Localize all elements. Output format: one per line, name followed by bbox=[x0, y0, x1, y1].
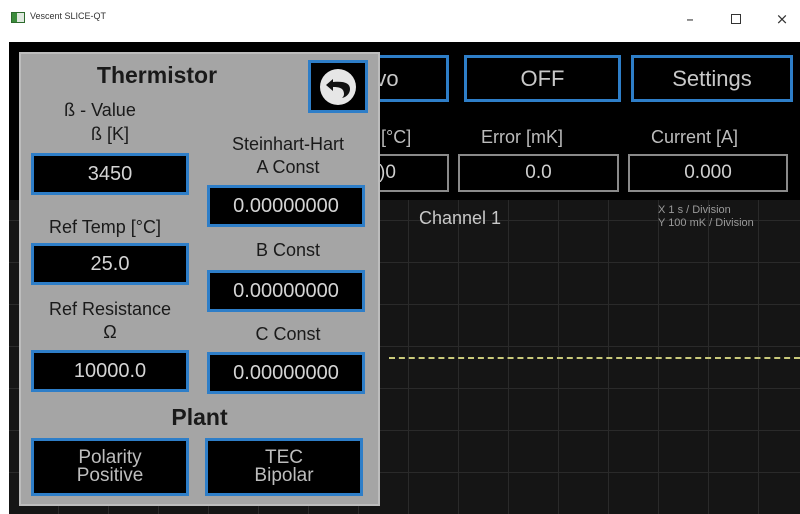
plant-title: Plant bbox=[171, 404, 228, 430]
thermistor-title: Thermistor bbox=[96, 62, 218, 88]
a-const-label: A Const bbox=[256, 157, 320, 177]
polarity-button[interactable]: Polarity Positive bbox=[31, 438, 189, 496]
app-logo-icon bbox=[11, 12, 25, 23]
temperature-value: )0 bbox=[369, 154, 449, 192]
ref-temp-label: Ref Temp [°C] bbox=[49, 217, 161, 237]
undo-arrow-icon bbox=[320, 69, 356, 105]
graph-x-scale: X 1 s / Division bbox=[658, 204, 731, 216]
b-const-field[interactable]: 0.00000000 bbox=[207, 270, 365, 312]
error-value: 0.0 bbox=[458, 154, 619, 192]
c-const-field[interactable]: 0.00000000 bbox=[207, 352, 365, 394]
current-label: Current [A] bbox=[651, 127, 739, 147]
error-label: Error [mK] bbox=[481, 127, 564, 147]
tec-value: Bipolar bbox=[254, 465, 314, 486]
maximize-button[interactable] bbox=[722, 6, 750, 32]
beta-heading: ß - Value bbox=[64, 100, 136, 120]
maximize-icon bbox=[731, 14, 741, 24]
settings-button[interactable]: Settings bbox=[631, 55, 793, 102]
window-titlebar: Vescent SLICE-QT – × bbox=[0, 0, 800, 42]
close-button[interactable]: × bbox=[768, 6, 796, 32]
graph-title: Channel 1 bbox=[419, 208, 502, 228]
temperature-label: [°C] bbox=[381, 127, 412, 147]
ref-resistance-label: Ref Resistance bbox=[48, 299, 172, 319]
graph-y-scale: Y 100 mK / Division bbox=[658, 217, 754, 229]
signal-trace bbox=[389, 357, 800, 359]
current-value: 0.000 bbox=[628, 154, 788, 192]
ref-resistance-unit: Ω bbox=[103, 322, 117, 342]
ref-resistance-field[interactable]: 10000.0 bbox=[31, 350, 189, 392]
window-title: Vescent SLICE-QT bbox=[30, 11, 107, 21]
ref-temp-field[interactable]: 25.0 bbox=[31, 243, 189, 285]
thermistor-panel: Thermistor ß - Value ß [K] 3450 Ref Temp… bbox=[19, 52, 380, 506]
beta-label: ß [K] bbox=[90, 124, 129, 144]
graph-scale: X 1 s / Division Y 100 mK / Division bbox=[658, 204, 754, 230]
tec-mode-button[interactable]: TEC Bipolar bbox=[205, 438, 363, 496]
steinhart-hart-heading: Steinhart-Hart bbox=[231, 134, 345, 154]
polarity-value: Positive bbox=[76, 465, 144, 486]
minimize-button[interactable]: – bbox=[676, 6, 704, 32]
off-button[interactable]: OFF bbox=[464, 55, 621, 102]
b-const-label: B Const bbox=[255, 240, 321, 260]
c-const-label: C Const bbox=[255, 324, 321, 344]
a-const-field[interactable]: 0.00000000 bbox=[207, 185, 365, 227]
beta-value-field[interactable]: 3450 bbox=[31, 153, 189, 195]
back-button[interactable] bbox=[308, 60, 368, 113]
